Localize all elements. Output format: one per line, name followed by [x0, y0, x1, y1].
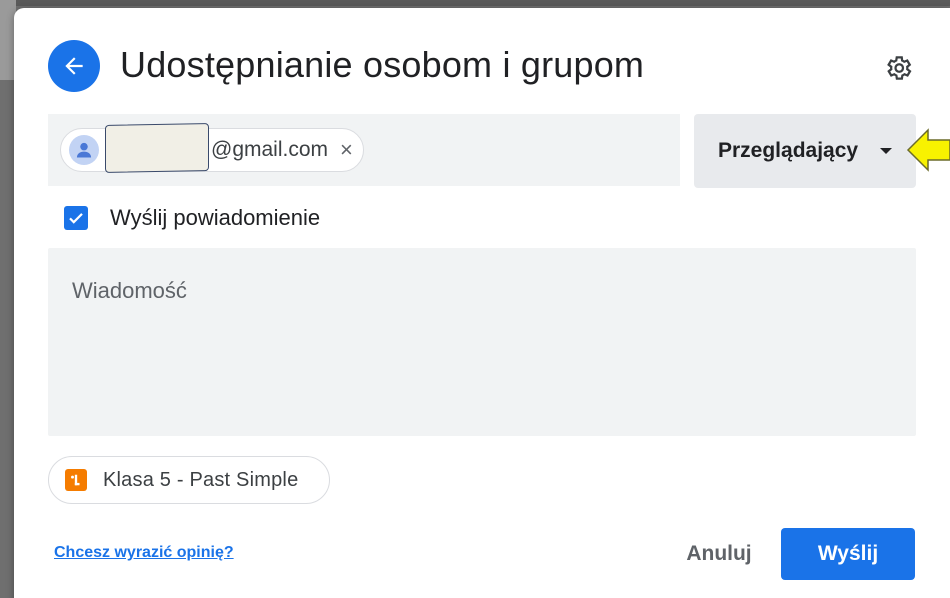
send-button[interactable]: Wyślij: [781, 528, 915, 580]
message-input[interactable]: Wiadomość: [48, 248, 916, 436]
redacted-email-mark: [105, 123, 209, 173]
settings-button[interactable]: [880, 50, 916, 86]
attached-file-name: Klasa 5 - Past Simple: [103, 468, 299, 491]
share-dialog: Udostępnianie osobom i grupom @gmail.com…: [14, 8, 950, 598]
annotation-arrow-icon: [906, 128, 950, 172]
caret-down-icon: [880, 148, 893, 154]
dialog-title: Udostępnianie osobom i grupom: [120, 44, 645, 85]
google-forms-icon: [65, 469, 87, 491]
notify-option: Wyślij powiadomienie: [64, 204, 320, 232]
arrow-left-icon: [65, 57, 83, 75]
recipients-field[interactable]: @gmail.com ×: [48, 114, 680, 186]
recipient-chip[interactable]: @gmail.com ×: [60, 123, 364, 173]
notify-checkbox[interactable]: [64, 206, 88, 230]
attached-file-chip[interactable]: Klasa 5 - Past Simple: [48, 456, 330, 504]
gear-icon: [887, 56, 912, 80]
role-dropdown-value: Przeglądający: [718, 139, 859, 162]
feedback-link[interactable]: Chcesz wyrazić opinię?: [54, 544, 234, 562]
background-window-strip: [0, 0, 950, 6]
role-dropdown[interactable]: Przeglądający: [694, 114, 916, 188]
person-avatar-icon: [69, 135, 99, 165]
recipient-email: @gmail.com: [211, 138, 329, 161]
cancel-button[interactable]: Anuluj: [674, 528, 764, 580]
remove-recipient-icon[interactable]: ×: [340, 139, 353, 161]
message-placeholder: Wiadomość: [72, 278, 187, 303]
back-button[interactable]: [48, 40, 100, 92]
notify-label: Wyślij powiadomienie: [110, 205, 321, 230]
check-icon: [69, 213, 83, 224]
